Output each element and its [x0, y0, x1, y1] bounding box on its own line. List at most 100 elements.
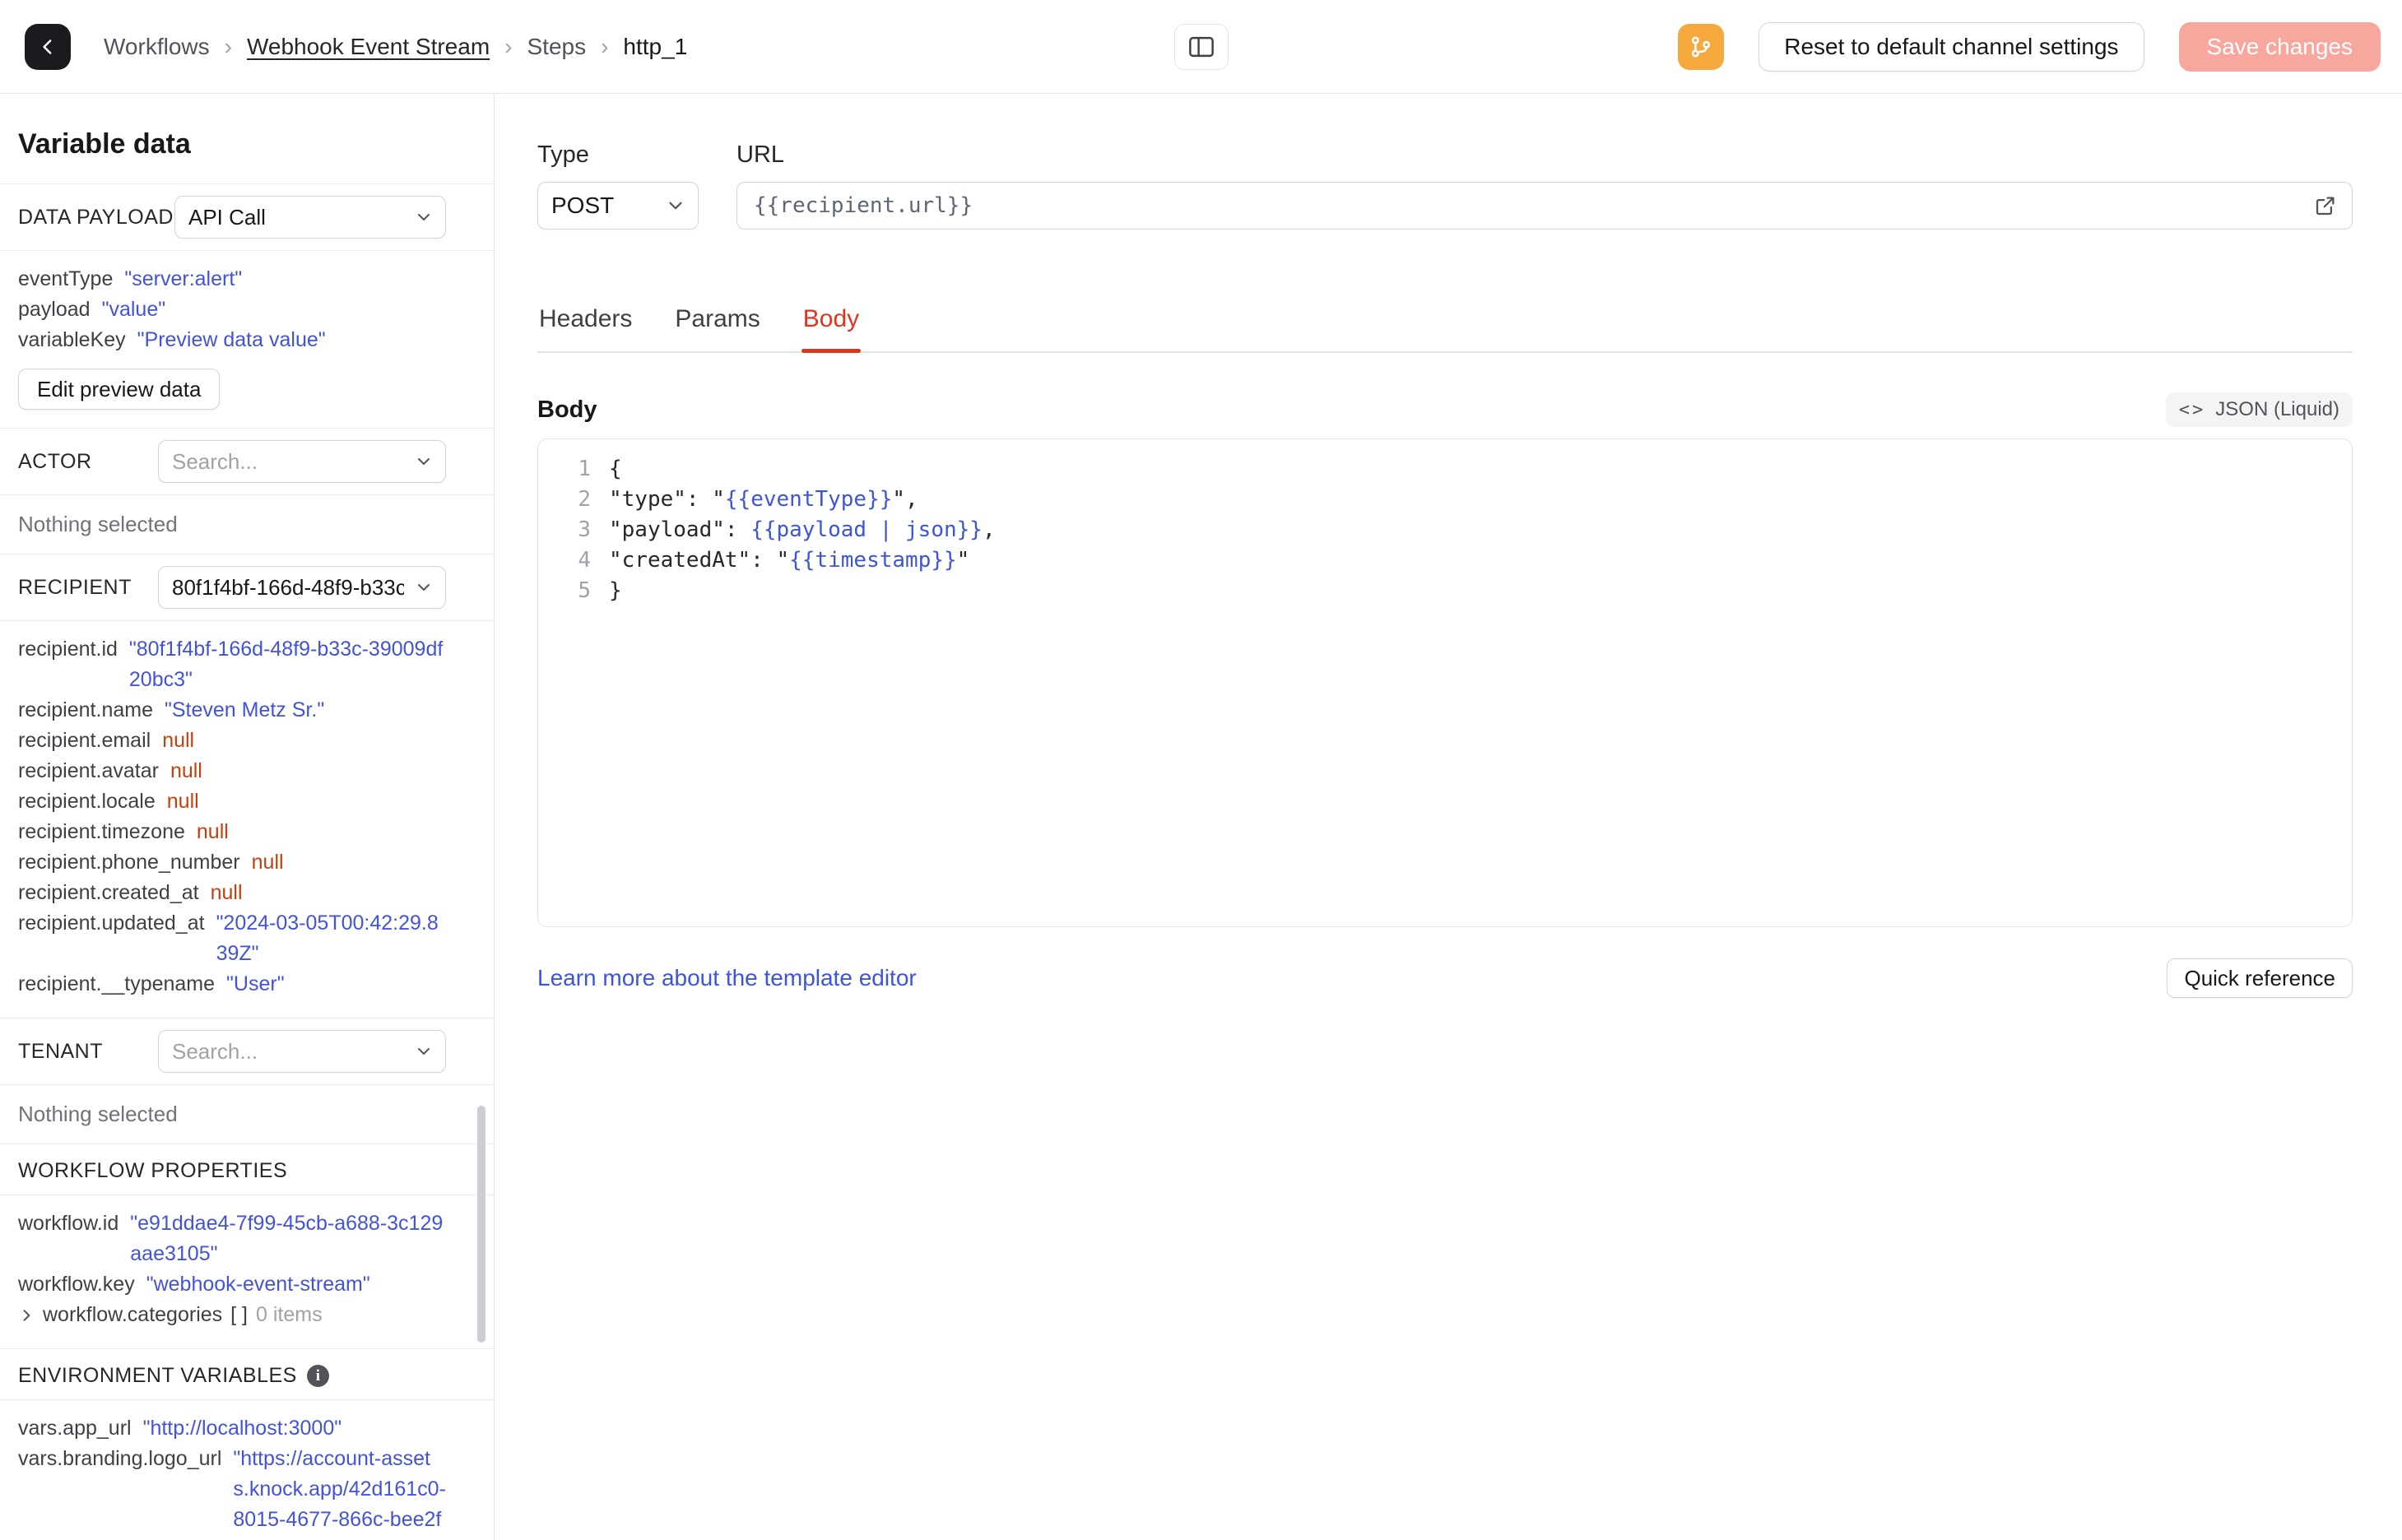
- back-button[interactable]: [25, 23, 71, 70]
- type-field: Type POST: [537, 141, 699, 230]
- breadcrumb-workflows[interactable]: Workflows: [104, 34, 210, 60]
- variable-value: null: [210, 881, 243, 904]
- tab-body[interactable]: Body: [801, 305, 862, 353]
- variable-key: payload: [18, 298, 91, 321]
- tab-headers[interactable]: Headers: [537, 305, 634, 351]
- variable-key: vars.app_url: [18, 1417, 132, 1440]
- chevron-down-icon: [414, 207, 434, 227]
- variable-row: recipient.phone_number null: [18, 847, 446, 878]
- breadcrumb-workflow-name[interactable]: Webhook Event Stream: [247, 34, 490, 60]
- variable-value: null: [196, 820, 229, 843]
- variable-row: vars.branding.logo_url "https://account-a…: [18, 1444, 446, 1540]
- request-config-row: Type POST URL: [537, 141, 2353, 230]
- variable-row: recipient.email null: [18, 726, 446, 756]
- body-section-label: Body: [537, 396, 597, 423]
- reset-channel-settings-button[interactable]: Reset to default channel settings: [1759, 21, 2144, 72]
- variable-value: "2024-03-05T00:42:29.839Z": [216, 911, 439, 965]
- variable-value: null: [170, 759, 202, 782]
- recipient-select[interactable]: 80f1f4bf-166d-48f9-b33c: [158, 566, 446, 609]
- sidebar-scrollbar[interactable]: [477, 1106, 486, 1343]
- environment-variables-label: ENVIRONMENT VARIABLES: [18, 1364, 297, 1387]
- workflow-categories-row[interactable]: workflow.categories [ ] 0 items: [18, 1300, 446, 1330]
- variable-value: null: [251, 851, 284, 874]
- code-line: 4 "createdAt": "{{timestamp}}": [538, 545, 2352, 576]
- actor-select[interactable]: Search...: [158, 440, 446, 483]
- sidebar-toggle-button[interactable]: [1173, 23, 1229, 70]
- quick-reference-button[interactable]: Quick reference: [2167, 958, 2353, 998]
- actor-select-placeholder: Search...: [172, 448, 258, 474]
- code-line: 3 "payload": {{payload | json}},: [538, 515, 2352, 545]
- step-editor-panel: Type POST URL Headers Params Body: [495, 94, 2402, 1540]
- data-payload-select[interactable]: API Call: [174, 196, 446, 239]
- variable-row: vars.app_url "http://localhost:3000": [18, 1413, 446, 1444]
- variable-key: recipient.name: [18, 698, 153, 721]
- tab-params[interactable]: Params: [673, 305, 761, 351]
- variable-row: workflow.key "webhook-event-stream": [18, 1269, 446, 1300]
- data-payload-select-value: API Call: [188, 204, 266, 230]
- variable-value: "value": [101, 298, 166, 321]
- variable-key: workflow.key: [18, 1273, 135, 1296]
- variable-row: recipient.__typename "User": [18, 969, 446, 1000]
- variable-value: null: [162, 729, 195, 752]
- tenant-empty-state: Nothing selected: [0, 1085, 494, 1144]
- external-link-icon[interactable]: [2313, 193, 2338, 218]
- editor-footer: Learn more about the template editor Qui…: [537, 958, 2353, 998]
- variable-value: "80f1f4bf-166d-48f9-b33c-39009df20bc3": [128, 638, 444, 691]
- tenant-select[interactable]: Search...: [158, 1030, 446, 1073]
- code-line-content: "payload": {{payload | json}},: [609, 517, 996, 542]
- line-number: 5: [578, 578, 591, 603]
- save-changes-button[interactable]: Save changes: [2178, 21, 2381, 72]
- workflow-properties-header: WORKFLOW PROPERTIES: [0, 1144, 494, 1195]
- variable-row: recipient.name "Steven Metz Sr.": [18, 695, 446, 726]
- line-number: 4: [578, 548, 591, 573]
- pending-changes-icon[interactable]: [1678, 23, 1725, 70]
- url-input[interactable]: [736, 182, 2353, 230]
- variable-row: eventType "server:alert": [18, 264, 446, 295]
- variable-key: variableKey: [18, 328, 126, 351]
- environment-variables-header: ENVIRONMENT VARIABLES i: [0, 1349, 494, 1400]
- variable-key: recipient.updated_at: [18, 911, 205, 935]
- variable-key: recipient.email: [18, 729, 151, 752]
- code-line: 5}: [538, 576, 2352, 606]
- variable-row: payload "value": [18, 295, 446, 325]
- data-payload-section: DATA PAYLOAD API Call: [0, 184, 494, 251]
- tenant-label: TENANT: [18, 1039, 103, 1063]
- language-badge: <> JSON (Liquid): [2165, 392, 2353, 427]
- variable-value: "server:alert": [124, 267, 243, 290]
- recipient-select-value: 80f1f4bf-166d-48f9-b33c: [172, 574, 404, 600]
- topbar-actions: Reset to default channel settings Save c…: [1678, 21, 2381, 72]
- variable-value: "Preview data value": [137, 328, 326, 351]
- variable-row: workflow.id "e91ddae4-7f99-45cb-a688-3c12…: [18, 1208, 446, 1269]
- chevron-down-icon: [665, 195, 686, 216]
- variable-row: variableKey "Preview data value": [18, 325, 446, 355]
- workflow-properties-label: WORKFLOW PROPERTIES: [18, 1159, 288, 1182]
- method-select[interactable]: POST: [537, 182, 699, 230]
- method-select-value: POST: [551, 192, 615, 218]
- variable-row: recipient.updated_at "2024-03-05T00:42:29…: [18, 908, 446, 969]
- variable-data-sidebar: Variable data DATA PAYLOAD API Call even…: [0, 94, 495, 1540]
- tenant-section: TENANT Search...: [0, 1018, 494, 1085]
- code-line-content: "type": "{{eventType}}",: [609, 487, 918, 512]
- variable-key: recipient.phone_number: [18, 851, 240, 874]
- tenant-select-placeholder: Search...: [172, 1038, 258, 1064]
- actor-section: ACTOR Search...: [0, 429, 494, 495]
- line-number: 3: [578, 517, 591, 542]
- info-icon[interactable]: i: [306, 1365, 329, 1387]
- workflow-properties-values: workflow.id "e91ddae4-7f99-45cb-a688-3c12…: [0, 1195, 494, 1349]
- code-line-content: }: [609, 578, 622, 603]
- breadcrumb-steps[interactable]: Steps: [527, 34, 586, 60]
- code-line-content: "createdAt": "{{timestamp}}": [609, 548, 970, 573]
- recipient-values: recipient.id "80f1f4bf-166d-48f9-b33c-390…: [0, 621, 494, 1018]
- variable-row: recipient.avatar null: [18, 756, 446, 786]
- breadcrumb: Workflows › Webhook Event Stream › Steps…: [104, 34, 687, 60]
- recipient-label: RECIPIENT: [18, 575, 132, 599]
- variable-value: "https://account-assets.knock.app/42d161…: [233, 1447, 446, 1540]
- url-field: URL: [736, 141, 2353, 230]
- edit-preview-data-button[interactable]: Edit preview data: [18, 369, 221, 410]
- template-editor-help-link[interactable]: Learn more about the template editor: [537, 965, 917, 991]
- body-template-editor[interactable]: 1{2 "type": "{{eventType}}", 3 "payload": {…: [537, 438, 2353, 927]
- variable-row: recipient.locale null: [18, 786, 446, 817]
- code-line: 2 "type": "{{eventType}}",: [538, 485, 2352, 515]
- line-number: 2: [578, 487, 591, 512]
- variable-key: recipient.avatar: [18, 759, 159, 782]
